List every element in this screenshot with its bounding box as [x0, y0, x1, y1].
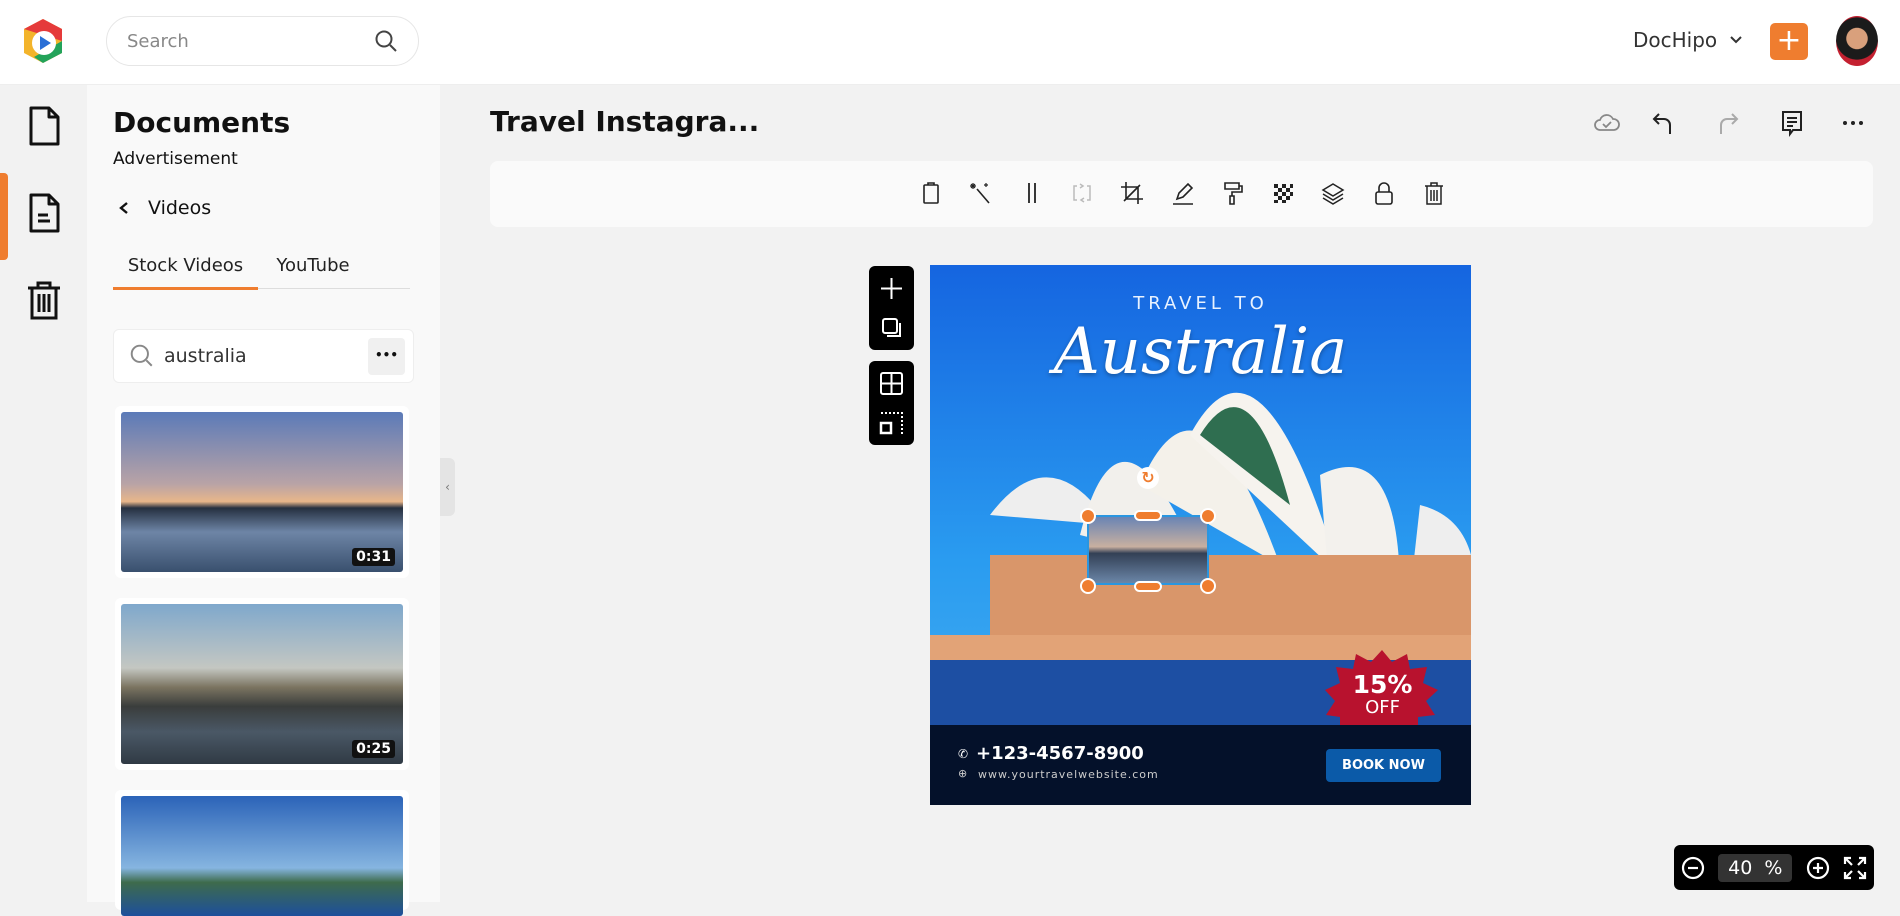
magic-wand-icon[interactable]	[968, 180, 994, 206]
document-title[interactable]: Travel Instagra...	[490, 105, 759, 138]
redo-icon[interactable]	[1712, 108, 1742, 138]
resize-handle[interactable]	[1134, 510, 1162, 521]
video-duration: 0:31	[352, 548, 395, 566]
poster-footer: ✆ +123-4567-8900 ⊕ www.yourtravelwebsite…	[930, 725, 1471, 805]
search-icon	[130, 344, 153, 367]
poster-phone: +123-4567-8900	[976, 743, 1144, 764]
video-thumbnail[interactable]: 0:25	[115, 598, 409, 770]
book-now-button: BOOK NOW	[1326, 749, 1441, 782]
layers-icon[interactable]	[1320, 180, 1346, 206]
edit-icon[interactable]	[1170, 180, 1196, 206]
rotate-icon[interactable]: ↻	[1137, 467, 1159, 489]
globe-icon: ⊕	[958, 767, 968, 780]
zoom-value: 40	[1728, 856, 1753, 879]
collapse-panel-handle[interactable]: ‹	[440, 458, 455, 516]
lock-icon[interactable]	[1371, 180, 1397, 206]
paint-roller-icon[interactable]	[1220, 180, 1246, 206]
trash-icon[interactable]	[22, 278, 66, 322]
select-area-icon[interactable]	[879, 411, 904, 436]
transparency-icon[interactable]	[1270, 180, 1296, 206]
resize-handle[interactable]	[1080, 508, 1096, 524]
panel-subtitle: Advertisement	[113, 149, 238, 169]
more-icon[interactable]	[1838, 108, 1868, 138]
tab-youtube[interactable]: YouTube	[268, 255, 358, 290]
phone-icon: ✆	[958, 747, 969, 761]
zoom-unit: %	[1764, 856, 1783, 879]
comment-icon[interactable]	[1777, 108, 1807, 138]
search-icon[interactable]	[374, 29, 398, 53]
dochipo-logo[interactable]	[20, 17, 66, 65]
zoom-level[interactable]: 40 %	[1718, 853, 1793, 882]
more-options-button[interactable]: •••	[368, 337, 405, 375]
badge-percent: 15%	[1352, 670, 1413, 699]
zoom-out-icon[interactable]	[1681, 856, 1705, 880]
zoom-controls: 40 %	[1674, 845, 1874, 890]
page-actions-group	[869, 266, 914, 350]
resize-handle[interactable]	[1080, 578, 1096, 594]
video-duration: 0:25	[352, 740, 395, 758]
poster-kicker: TRAVEL TO	[1133, 293, 1268, 314]
layout-actions-group	[869, 361, 914, 445]
search-input[interactable]: Search	[106, 16, 419, 66]
workspace-dropdown[interactable]: DocHipo	[1633, 28, 1743, 52]
back-label: Videos	[148, 197, 212, 219]
design-canvas[interactable]: TRAVEL TO Australia ↻ 15% OFF ✆ +123-456…	[930, 265, 1471, 805]
cloud-saved-icon[interactable]	[1592, 108, 1622, 138]
undo-icon[interactable]	[1649, 108, 1679, 138]
top-header: Search DocHipo +	[0, 0, 1900, 85]
crop-icon[interactable]	[1119, 180, 1145, 206]
resize-handle[interactable]	[1200, 578, 1216, 594]
grid-icon[interactable]	[879, 371, 904, 396]
active-indicator	[0, 173, 8, 260]
video-search-input[interactable]: australia •••	[113, 329, 414, 383]
poster-website: www.yourtravelwebsite.com	[978, 768, 1159, 781]
chevron-left-icon	[119, 202, 128, 214]
search-value: australia	[164, 345, 247, 367]
tab-stock-videos[interactable]: Stock Videos	[113, 255, 258, 290]
paste-icon[interactable]	[918, 180, 944, 206]
template-document-icon[interactable]	[22, 191, 66, 235]
panel-title: Documents	[113, 106, 291, 139]
spacing-icon[interactable]	[1019, 180, 1045, 206]
document-icon[interactable]	[22, 104, 66, 148]
back-button[interactable]: Videos	[118, 197, 211, 219]
workspace-name: DocHipo	[1633, 28, 1718, 52]
avatar[interactable]	[1836, 16, 1878, 66]
duplicate-page-icon[interactable]	[880, 316, 904, 340]
search-placeholder: Search	[127, 30, 189, 52]
video-thumbnail[interactable]	[115, 790, 409, 916]
zoom-in-icon[interactable]	[1806, 856, 1830, 880]
video-thumbnail[interactable]: 0:31	[115, 406, 409, 578]
replace-icon[interactable]	[1069, 180, 1095, 206]
chevron-down-icon	[1730, 36, 1742, 44]
fullscreen-icon[interactable]	[1843, 856, 1867, 880]
resize-handle[interactable]	[1134, 581, 1162, 592]
badge-off: OFF	[1365, 697, 1400, 718]
trash-icon[interactable]	[1421, 180, 1447, 206]
add-page-icon[interactable]	[879, 276, 904, 301]
poster-headline: Australia	[1053, 315, 1348, 389]
resize-handle[interactable]	[1200, 508, 1216, 524]
selected-video-element[interactable]	[1087, 515, 1209, 585]
add-button[interactable]: +	[1770, 23, 1808, 60]
